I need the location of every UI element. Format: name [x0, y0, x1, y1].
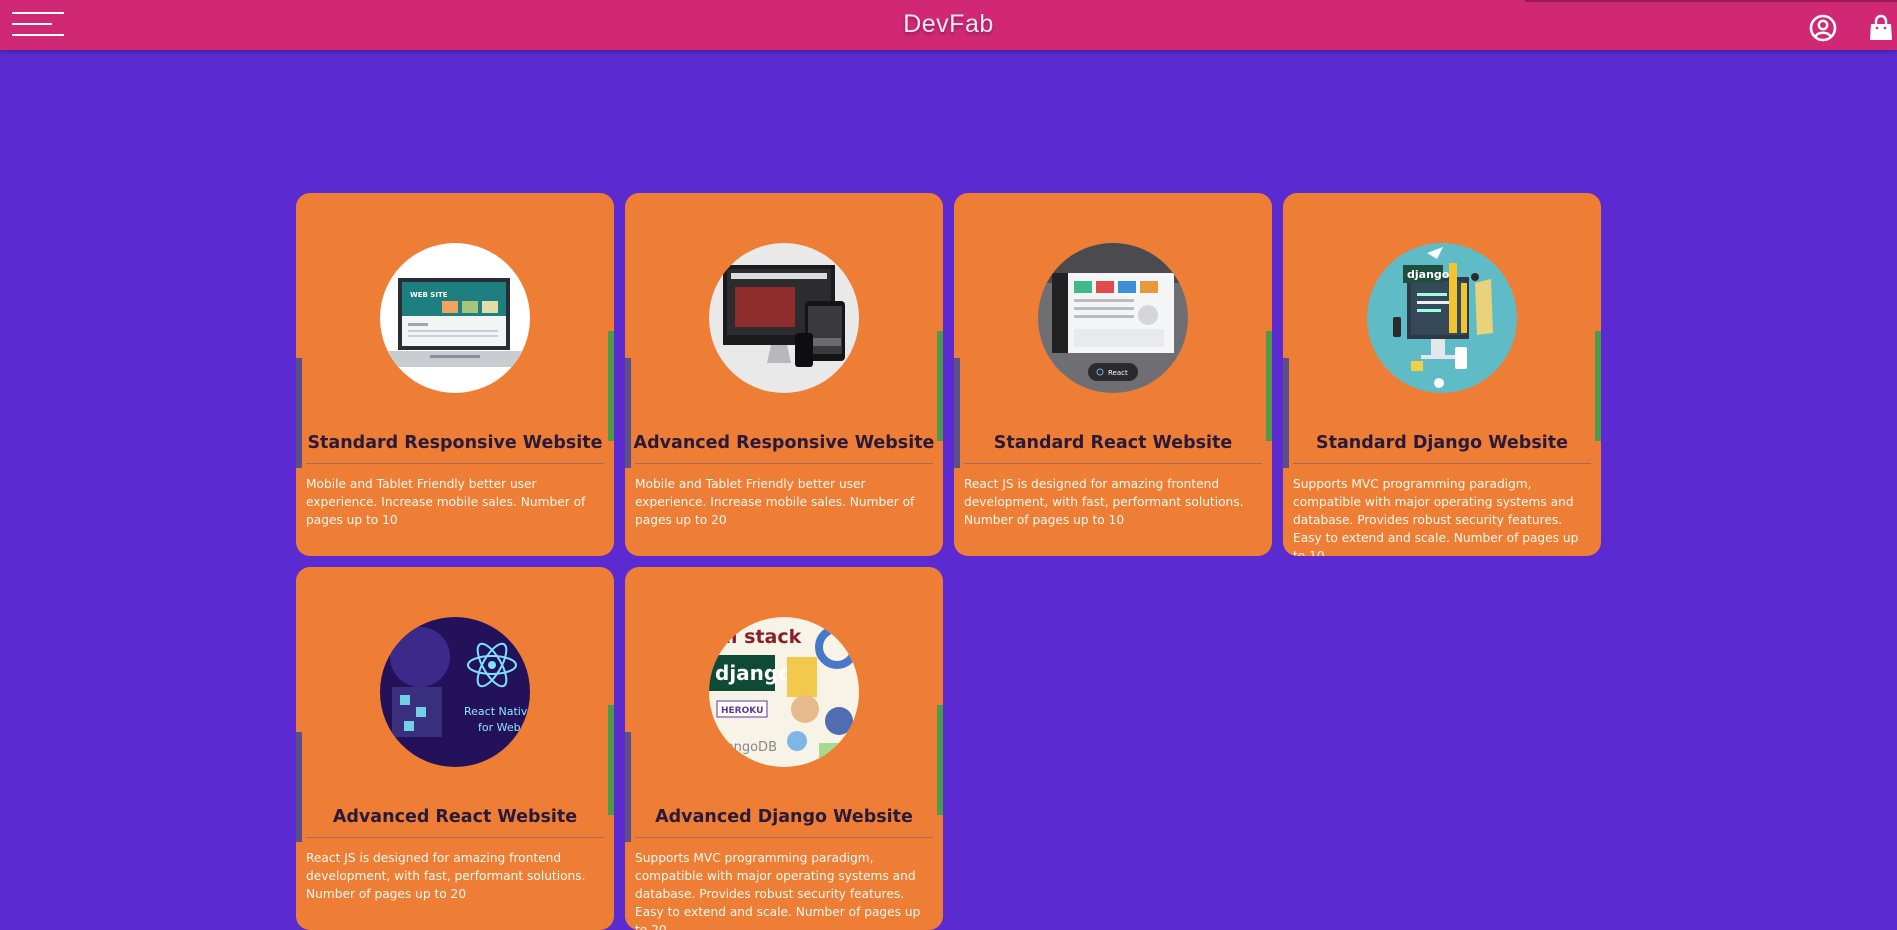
product-title: Standard Responsive Website	[307, 433, 603, 453]
product-description: Mobile and Tablet Friendly better user e…	[306, 477, 586, 527]
product-card-advanced-responsive[interactable]: Advanced Responsive Website Mobile and T…	[625, 193, 943, 556]
divider	[964, 463, 1262, 464]
image-caption: WEB SITE	[410, 291, 448, 299]
card-edge-accent	[608, 705, 614, 815]
product-description: Mobile and Tablet Friendly better user e…	[635, 477, 915, 527]
laptop-website-image: WEB SITE	[380, 243, 530, 393]
product-description: Supports MVC programming paradigm, compa…	[1293, 477, 1579, 556]
divider	[635, 837, 933, 838]
product-title: Standard Django Website	[1316, 433, 1568, 453]
image-caption: django	[715, 661, 792, 685]
brand-link[interactable]: DevFab	[903, 10, 994, 38]
product-card-standard-react[interactable]: React Standard React Website React JS is…	[954, 193, 1272, 556]
brand-title: DevFab	[0, 10, 1897, 39]
product-card-advanced-react[interactable]: React Native for Web Advanced React Webs…	[296, 567, 614, 930]
image-caption: HEROKU	[721, 706, 763, 716]
card-edge-accent	[1266, 331, 1272, 441]
image-caption: ull stack	[711, 626, 802, 648]
top-navbar: DevFab	[0, 0, 1897, 50]
full-stack-collage-image: ull stack django HEROKU mongoDB	[709, 617, 859, 767]
image-caption: for Web	[478, 721, 521, 734]
product-description: React JS is designed for amazing fronten…	[964, 477, 1244, 527]
divider	[306, 463, 604, 464]
image-caption: django	[1407, 268, 1450, 281]
shopping-bag-icon[interactable]	[1866, 13, 1896, 43]
product-title: Advanced React Website	[332, 807, 578, 827]
product-card-standard-django[interactable]: django Standard Django Website Supports …	[1283, 193, 1601, 556]
divider	[635, 463, 933, 464]
card-edge-accent	[937, 705, 943, 815]
devices-responsive-image	[709, 243, 859, 393]
navbar-accent-line	[1525, 0, 1897, 2]
product-card-standard-responsive[interactable]: WEB SITE Standard Responsive Website Mob…	[296, 193, 614, 556]
react-native-web-image: React Native for Web	[380, 617, 530, 767]
user-circle-icon[interactable]	[1808, 13, 1838, 43]
product-card-advanced-django[interactable]: ull stack django HEROKU mongoDB Advanced…	[625, 567, 943, 930]
divider	[306, 837, 604, 838]
product-description: React JS is designed for amazing fronten…	[306, 851, 586, 901]
card-edge-accent	[608, 331, 614, 441]
image-caption: React Native	[464, 705, 530, 718]
product-title: Advanced Django Website	[655, 807, 913, 827]
divider	[1293, 463, 1591, 464]
product-title: Advanced Responsive Website	[633, 433, 935, 453]
product-title: Standard React Website	[993, 433, 1233, 453]
card-edge-accent	[937, 331, 943, 441]
product-description: Supports MVC programming paradigm, compa…	[635, 851, 921, 930]
react-dashboard-image: React	[1038, 243, 1188, 393]
image-caption: mongoDB	[713, 740, 777, 755]
card-edge-accent	[1595, 331, 1601, 441]
image-caption: React	[1108, 369, 1128, 377]
django-workspace-image: django	[1367, 243, 1517, 393]
